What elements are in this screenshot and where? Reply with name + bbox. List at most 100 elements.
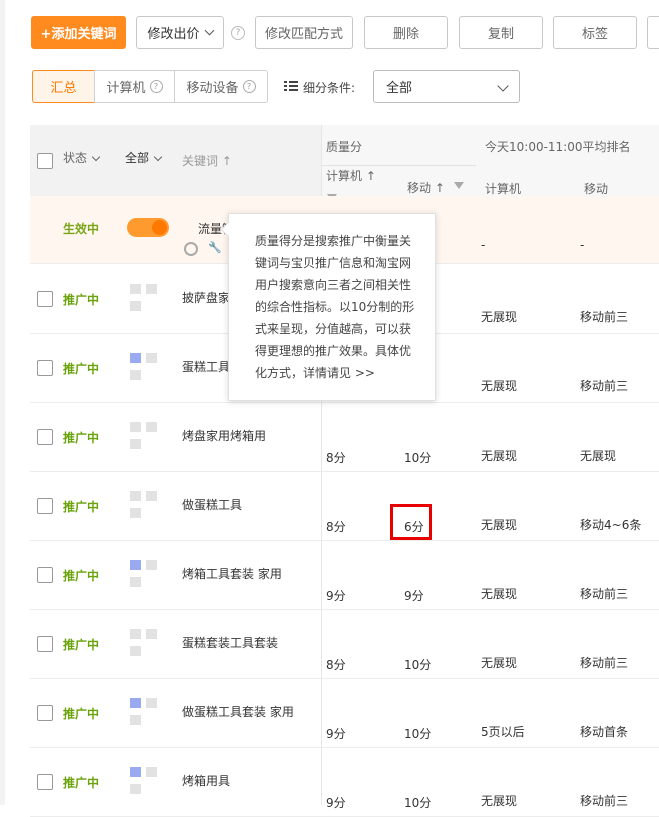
seg-mobile[interactable]: 移动设备? xyxy=(174,70,268,103)
rank-mobile-cell: 移动4~6条 xyxy=(580,518,642,532)
rank-mobile-cell: 移动首条 xyxy=(580,725,629,739)
copy-button[interactable]: 复制 xyxy=(459,16,543,49)
rank-computer-cell: - xyxy=(481,238,486,252)
rank-mobile-cell: 移动前三 xyxy=(580,310,629,324)
rank-mobile-cell: 移动前三 xyxy=(580,656,629,670)
table-row: 推广中 蛋糕套装工具套装 8分 10分 无展现 移动前三 xyxy=(30,609,659,679)
row-checkbox[interactable] xyxy=(37,429,53,445)
status-filter[interactable]: 状态 xyxy=(63,149,101,166)
quality-computer-cell: 9分 xyxy=(326,796,346,810)
rank-mobile-cell: 移动前三 xyxy=(580,794,629,808)
help-icon[interactable]: ? xyxy=(242,80,256,93)
chevron-down-icon xyxy=(91,152,101,162)
condition-value: 全部 xyxy=(386,81,413,96)
modify-match-button[interactable]: 修改匹配方式 xyxy=(255,16,353,49)
thumbnail xyxy=(130,491,157,518)
all-filter[interactable]: 全部 xyxy=(125,149,163,166)
delete-button[interactable]: 删除 xyxy=(364,16,448,49)
status-text: 推广中 xyxy=(63,293,100,307)
quality-computer-cell: 8分 xyxy=(326,451,346,465)
thumbnail xyxy=(130,629,157,656)
seg-computer[interactable]: 计算机? xyxy=(94,70,175,103)
gear-icon[interactable] xyxy=(184,242,198,256)
status-header: 状态 xyxy=(63,151,88,165)
row-checkbox[interactable] xyxy=(37,774,53,790)
rank-mobile-cell: 移动前三 xyxy=(580,379,629,393)
rank-computer-cell: 无展现 xyxy=(481,449,518,463)
thumbnail xyxy=(130,284,157,311)
tag-button[interactable]: 标签 xyxy=(553,16,637,49)
thumbnail xyxy=(130,353,157,380)
rank-computer-cell: 5页以后 xyxy=(481,725,525,739)
keyword-text[interactable]: 烤箱用具 xyxy=(182,772,230,789)
chevron-down-icon xyxy=(204,25,214,36)
modify-bid-button[interactable]: 修改出价 xyxy=(136,16,224,49)
status-text: 生效中 xyxy=(63,222,100,236)
table-row: 推广中 烤箱工具套装 家用 9分 9分 无展现 移动前三 xyxy=(30,540,659,610)
thumbnail xyxy=(130,422,157,449)
wrench-icon[interactable]: 🔧 xyxy=(208,242,222,254)
table-row: 推广中 做蛋糕工具套装 家用 9分 10分 5页以后 移动首条 xyxy=(30,678,659,748)
keyword-text[interactable]: 做蛋糕工具套装 家用 xyxy=(182,703,294,720)
quality-mobile-cell: 10分 xyxy=(404,451,432,465)
all-header: 全部 xyxy=(125,151,150,165)
quality-computer-cell: 9分 xyxy=(326,589,346,603)
header-divider xyxy=(321,165,476,166)
rank-computer-cell: 无展现 xyxy=(481,794,518,808)
keyword-text[interactable]: 烤箱工具套装 家用 xyxy=(182,565,282,582)
rank-computer-cell: 无展现 xyxy=(481,656,518,670)
status-toggle[interactable] xyxy=(127,218,169,237)
row-checkbox[interactable] xyxy=(37,567,53,583)
rank-mobile-header: 移动 xyxy=(584,182,609,196)
row-checkbox[interactable] xyxy=(37,360,53,376)
keyword-text[interactable]: 蛋糕工具 xyxy=(182,358,230,375)
quality-mobile-cell: 10分 xyxy=(404,658,432,672)
quality-mobile-cell: 9分 xyxy=(404,589,424,603)
chevron-down-icon xyxy=(497,80,509,92)
help-icon[interactable]: ? xyxy=(231,26,245,40)
rank-computer-cell: 无展现 xyxy=(481,518,518,532)
rank-mobile-cell: - xyxy=(580,238,585,252)
row-checkbox[interactable] xyxy=(37,498,53,514)
keyword-text[interactable]: 披萨盘家 xyxy=(182,289,230,306)
keyword-text[interactable]: 烤盘家用烤箱用 xyxy=(182,427,266,444)
quality-header: 质量分 xyxy=(326,140,363,154)
condition-label: 细分条件: xyxy=(303,81,356,95)
row-checkbox[interactable] xyxy=(37,705,53,721)
rank-mobile-cell: 无展现 xyxy=(580,449,617,463)
modify-bid-label: 修改出价 xyxy=(147,27,200,42)
row-checkbox[interactable] xyxy=(37,291,53,307)
more-button[interactable] xyxy=(647,16,659,49)
thumbnail xyxy=(130,698,157,725)
list-icon xyxy=(284,81,298,92)
tooltip-text: 质量得分是搜索推广中衡量关键词与宝贝推广信息和淘宝网用户搜索意向三者之间相关性的… xyxy=(255,234,415,380)
filter-icon[interactable] xyxy=(454,182,464,189)
status-text: 推广中 xyxy=(63,569,100,583)
row-checkbox[interactable] xyxy=(37,636,53,652)
table-row: 推广中 烤盘家用烤箱用 8分 10分 无展现 无展现 xyxy=(30,402,659,472)
rank-computer-cell: 无展现 xyxy=(481,379,518,393)
rank-computer-cell: 无展现 xyxy=(481,310,518,324)
keyword-text[interactable]: 做蛋糕工具 xyxy=(182,496,242,513)
keyword-header[interactable]: 关键词 ↑ xyxy=(182,152,232,169)
quality-mobile-header[interactable]: 移动 ↑ xyxy=(407,179,445,196)
keyword-text[interactable]: 蛋糕套装工具套装 xyxy=(182,634,278,651)
quality-computer-cell: 8分 xyxy=(326,520,346,534)
quality-mobile-cell: 10分 xyxy=(404,727,432,741)
status-text: 推广中 xyxy=(63,431,100,445)
status-text: 推广中 xyxy=(63,500,100,514)
status-text: 推广中 xyxy=(63,362,100,376)
table-row: 推广中 烤箱用具 9分 10分 无展现 移动前三 xyxy=(30,747,659,817)
rank-group-header: 今天10:00-11:00平均排名 xyxy=(485,140,631,154)
add-keyword-button[interactable]: +添加关键词 xyxy=(31,16,126,49)
select-all-checkbox[interactable] xyxy=(37,153,53,169)
quality-score-tooltip: 质量得分是搜索推广中衡量关键词与宝贝推广信息和淘宝网用户搜索意向三者之间相关性的… xyxy=(228,213,436,401)
seg-summary[interactable]: 汇总 xyxy=(32,70,95,103)
quality-computer-header[interactable]: 计算机 ↑ xyxy=(326,167,376,184)
condition-select[interactable]: 全部 xyxy=(373,70,520,103)
seg-mobile-label: 移动设备 xyxy=(186,81,239,96)
rank-computer-cell: 无展现 xyxy=(481,587,518,601)
help-icon[interactable]: ? xyxy=(149,80,163,93)
chevron-down-icon xyxy=(153,152,163,162)
table-row: 推广中 做蛋糕工具 8分 6分 无展现 移动4~6条 xyxy=(30,471,659,541)
